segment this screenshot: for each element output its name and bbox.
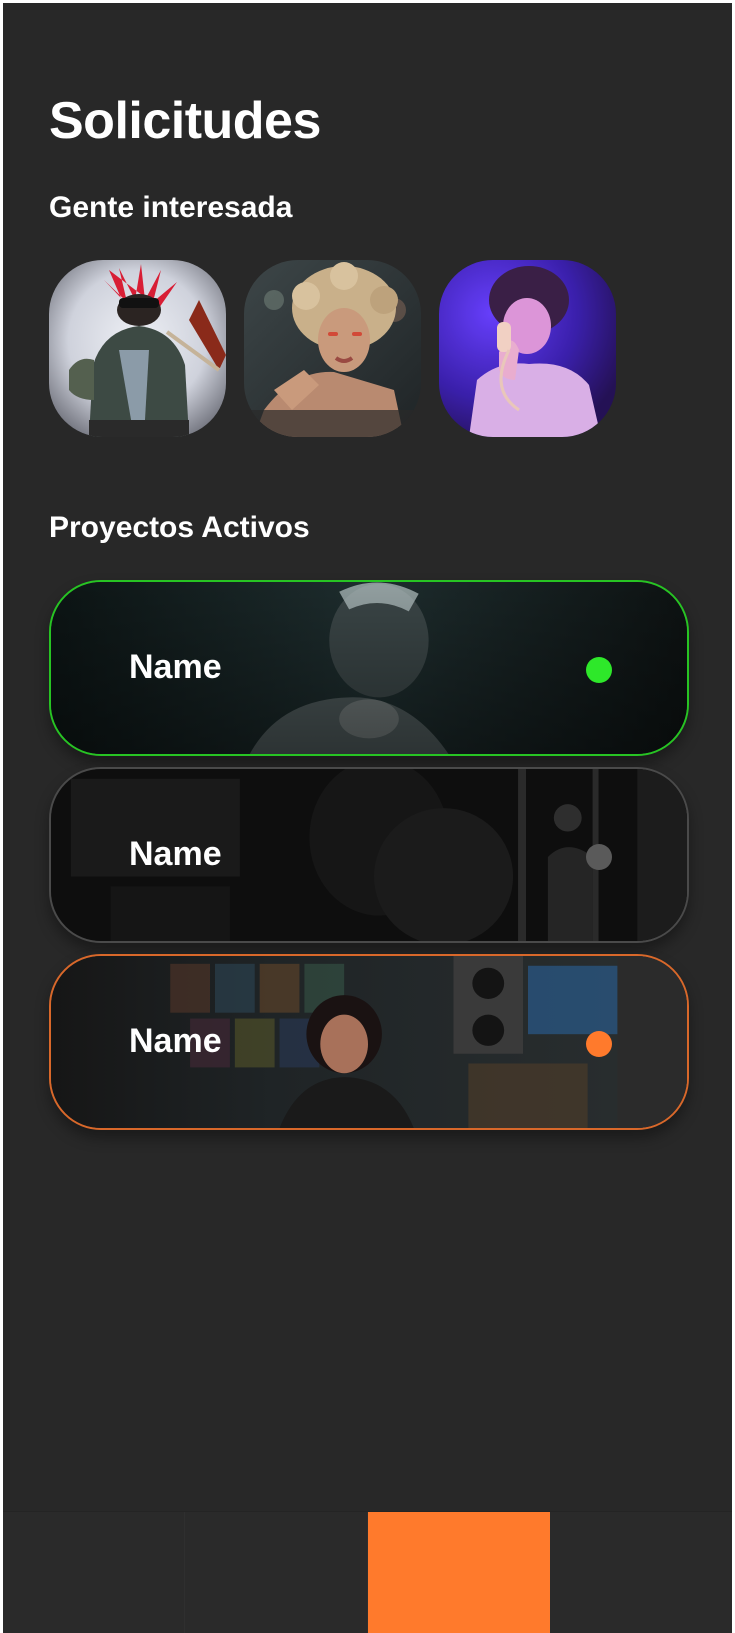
nav-tab-3-active[interactable] — [367, 1512, 550, 1633]
interested-person-avatar[interactable] — [439, 260, 616, 437]
project-card[interactable]: Name — [49, 767, 689, 943]
project-name: Name — [129, 648, 222, 686]
project-card[interactable]: Name — [49, 580, 689, 756]
nav-tab-2[interactable] — [185, 1512, 368, 1633]
page-title: Solicitudes — [49, 92, 321, 150]
interested-people-list — [49, 260, 616, 437]
person-curly-hair-photo — [244, 260, 421, 437]
interested-person-avatar[interactable] — [49, 260, 226, 437]
person-with-guitar-photo — [49, 260, 226, 437]
project-name: Name — [129, 835, 222, 873]
status-indicator-icon — [586, 1031, 612, 1057]
interested-person-avatar[interactable] — [244, 260, 421, 437]
project-name: Name — [129, 1022, 222, 1060]
project-card[interactable]: Name — [49, 954, 689, 1130]
app-screen: Solicitudes Gente interesada Proyectos A… — [3, 3, 732, 1633]
interested-section-title: Gente interesada — [49, 191, 293, 224]
active-projects-list: Name Name Name — [49, 580, 689, 1141]
bottom-navigation — [3, 1511, 732, 1633]
nav-tab-4[interactable] — [550, 1512, 732, 1633]
nav-tab-1[interactable] — [3, 1512, 186, 1633]
person-phone-photo — [439, 260, 616, 437]
status-indicator-icon — [586, 657, 612, 683]
status-indicator-icon — [586, 844, 612, 870]
projects-section-title: Proyectos Activos — [49, 511, 310, 544]
